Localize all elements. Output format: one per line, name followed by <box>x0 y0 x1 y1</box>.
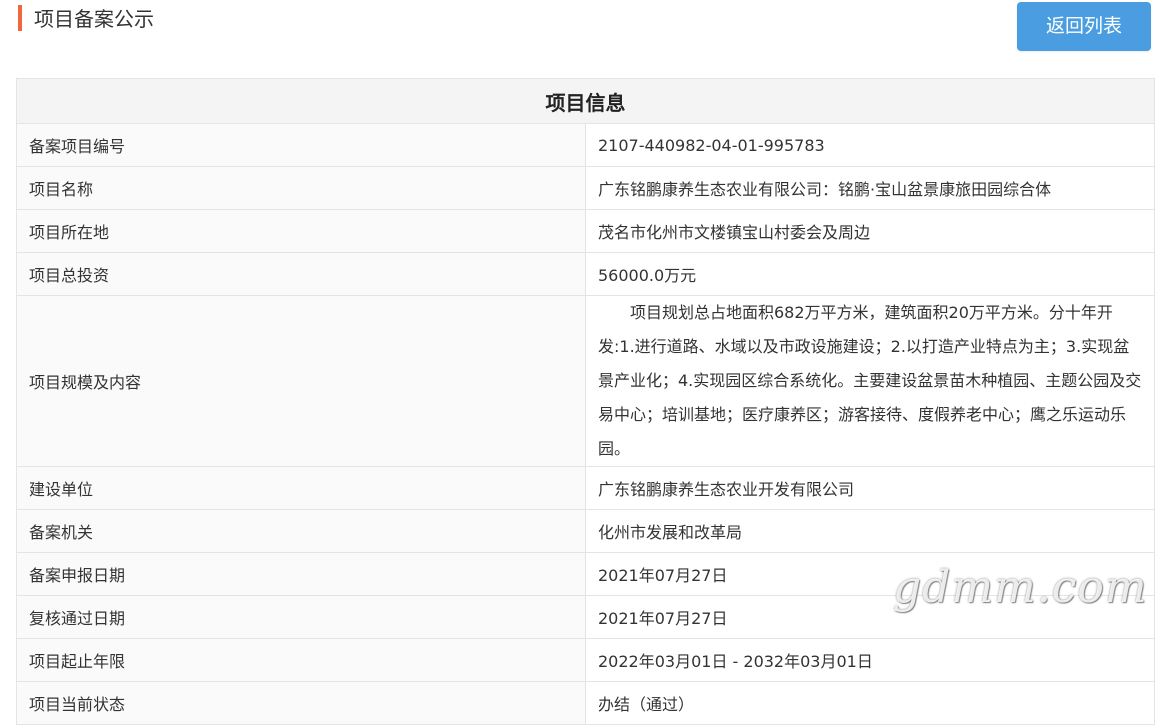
row-value: 2022年03月01日 - 2032年03月01日 <box>585 638 1155 682</box>
row-value: 广东铭鹏康养生态农业开发有限公司 <box>585 466 1155 510</box>
row-value: 化州市发展和改革局 <box>585 509 1155 553</box>
row-label: 项目所在地 <box>16 209 586 253</box>
table-row: 备案申报日期 2021年07月27日 <box>16 552 1155 596</box>
page-title: 项目备案公示 <box>34 7 154 31</box>
row-value: 2107-440982-04-01-995783 <box>585 123 1155 167</box>
row-label: 项目名称 <box>16 166 586 210</box>
row-label: 备案机关 <box>16 509 586 553</box>
row-value: 项目规划总占地面积682万平方米，建筑面积20万平方米。分十年开发:1.进行道路… <box>585 295 1155 467</box>
title-accent-bar <box>18 5 22 31</box>
project-info-table: 项目信息 备案项目编号 2107-440982-04-01-995783 项目名… <box>16 78 1155 725</box>
row-label: 项目当前状态 <box>16 681 586 725</box>
table-row: 项目名称 广东铭鹏康养生态农业有限公司：铭鹏·宝山盆景康旅田园综合体 <box>16 166 1155 210</box>
row-value: 2021年07月27日 <box>585 552 1155 596</box>
row-label: 复核通过日期 <box>16 595 586 639</box>
row-value: 办结（通过） <box>585 681 1155 725</box>
table-row: 备案机关 化州市发展和改革局 <box>16 509 1155 553</box>
table-row: 建设单位 广东铭鹏康养生态农业开发有限公司 <box>16 466 1155 510</box>
row-label: 项目起止年限 <box>16 638 586 682</box>
table-row: 项目起止年限 2022年03月01日 - 2032年03月01日 <box>16 638 1155 682</box>
row-label: 建设单位 <box>16 466 586 510</box>
row-value: 广东铭鹏康养生态农业有限公司：铭鹏·宝山盆景康旅田园综合体 <box>585 166 1155 210</box>
row-value: 2021年07月27日 <box>585 595 1155 639</box>
row-label: 备案项目编号 <box>16 123 586 167</box>
table-row: 项目总投资 56000.0万元 <box>16 252 1155 296</box>
table-caption: 项目信息 <box>16 78 1155 124</box>
table-row: 项目所在地 茂名市化州市文楼镇宝山村委会及周边 <box>16 209 1155 253</box>
table-row: 备案项目编号 2107-440982-04-01-995783 <box>16 123 1155 167</box>
table-row: 复核通过日期 2021年07月27日 <box>16 595 1155 639</box>
row-label: 项目规模及内容 <box>16 295 586 467</box>
page-header: 项目备案公示 返回列表 <box>0 0 1163 60</box>
row-value: 茂名市化州市文楼镇宝山村委会及周边 <box>585 209 1155 253</box>
back-to-list-button[interactable]: 返回列表 <box>1017 2 1151 51</box>
table-row: 项目规模及内容 项目规划总占地面积682万平方米，建筑面积20万平方米。分十年开… <box>16 295 1155 467</box>
row-label: 备案申报日期 <box>16 552 586 596</box>
row-value: 56000.0万元 <box>585 252 1155 296</box>
row-label: 项目总投资 <box>16 252 586 296</box>
table-row: 项目当前状态 办结（通过） <box>16 681 1155 725</box>
